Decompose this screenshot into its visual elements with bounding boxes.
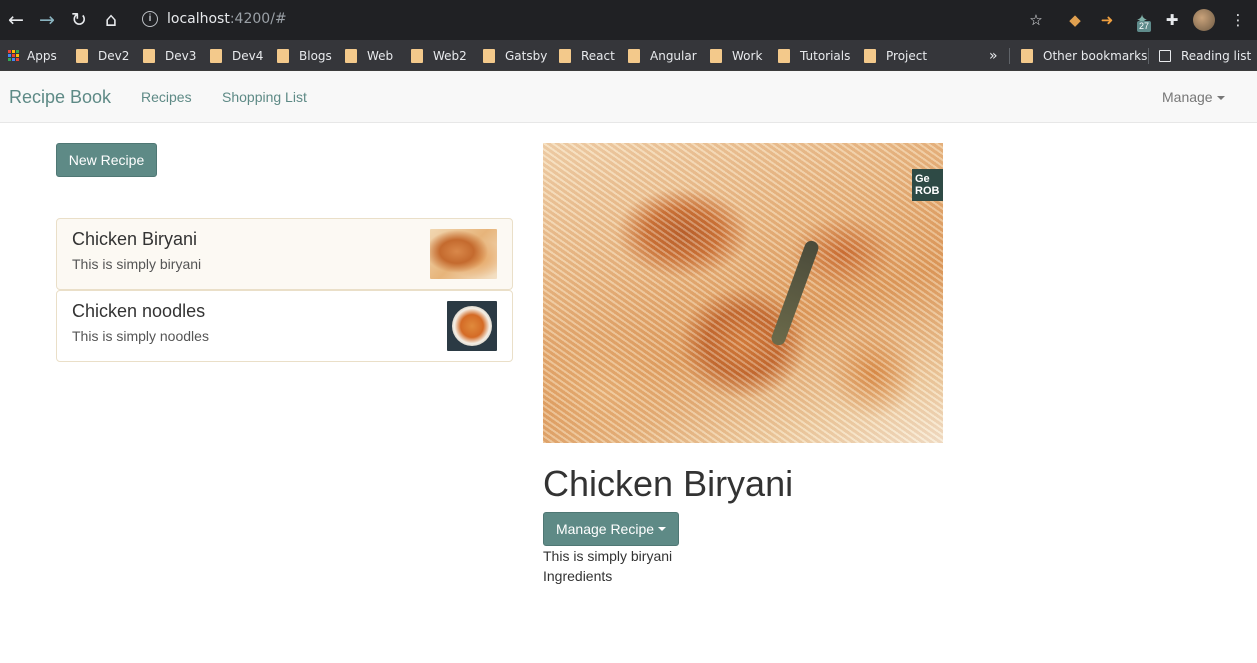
reload-icon[interactable]: ↻ (67, 8, 91, 32)
image-watermark-logo: Ge ROB (912, 169, 943, 201)
folder-icon (710, 48, 722, 63)
back-icon[interactable]: ← (4, 8, 28, 32)
folder-icon (277, 48, 289, 63)
bookmarks-overflow-icon[interactable]: » (989, 40, 998, 71)
extension-badge: 27 (1137, 21, 1152, 32)
bookmark-angular[interactable]: Angular (628, 40, 697, 71)
app-navbar: Recipe Book Recipes Shopping List Manage (0, 71, 1257, 123)
folder-icon (628, 48, 640, 63)
bookmark-work[interactable]: Work (710, 40, 762, 71)
site-info-icon[interactable]: i (142, 11, 158, 27)
extension-arrow-icon[interactable]: ➜ (1096, 9, 1118, 31)
bookmarks-divider (1148, 48, 1149, 64)
bookmark-dev2[interactable]: Dev2 (76, 40, 129, 71)
reading-list-icon (1159, 49, 1171, 62)
bookmark-web[interactable]: Web (345, 40, 393, 71)
recipe-thumbnail (430, 229, 497, 279)
forward-icon[interactable]: → (35, 8, 59, 32)
recipe-name: Chicken noodles (72, 301, 206, 321)
puzzle-icon[interactable]: ✚ (1161, 9, 1183, 31)
bookmark-apps[interactable]: Apps (8, 40, 57, 71)
folder-icon (76, 48, 88, 63)
address-bar[interactable]: localhost:4200/# (167, 11, 287, 27)
bookmarks-divider (1009, 48, 1010, 64)
extension-icon[interactable]: ◆ (1064, 9, 1086, 31)
bookmark-project[interactable]: Project (864, 40, 927, 71)
brand-link[interactable]: Recipe Book (9, 87, 111, 108)
folder-icon (143, 48, 155, 63)
folder-icon (1021, 48, 1033, 63)
folder-icon (345, 48, 357, 63)
home-icon[interactable]: ⌂ (99, 8, 123, 32)
apps-grid-icon (8, 50, 19, 61)
bookmark-dev4[interactable]: Dev4 (210, 40, 263, 71)
browser-toolbar: ← → ↻ ⌂ i localhost:4200/# ☆ ◆ ➜ ✦ 27 ✚ … (0, 0, 1257, 40)
bookmark-star-icon[interactable]: ☆ (1025, 9, 1047, 31)
nav-link-shopping-list[interactable]: Shopping List (222, 89, 307, 105)
folder-icon (559, 48, 571, 63)
folder-icon (864, 48, 876, 63)
manage-dropdown[interactable]: Manage (1162, 89, 1225, 105)
recipe-list-item[interactable]: Chicken Biryani This is simply biryani (56, 218, 513, 290)
recipe-list-item[interactable]: Chicken noodles This is simply noodles (56, 290, 513, 362)
profile-avatar[interactable] (1193, 9, 1215, 31)
recipe-description: This is simply noodles (72, 328, 209, 344)
new-recipe-button[interactable]: New Recipe (56, 143, 157, 177)
recipe-detail-title: Chicken Biryani (543, 463, 794, 504)
folder-icon (210, 48, 222, 63)
bookmark-tutorials[interactable]: Tutorials (778, 40, 850, 71)
recipe-image: Ge ROB (543, 143, 943, 443)
menu-kebab-icon[interactable]: ⋮ (1227, 9, 1249, 31)
manage-recipe-button[interactable]: Manage Recipe (543, 512, 679, 546)
bookmark-web2[interactable]: Web2 (411, 40, 467, 71)
folder-icon (483, 48, 495, 63)
bookmark-dev3[interactable]: Dev3 (143, 40, 196, 71)
caret-down-icon (1216, 96, 1225, 101)
reading-list[interactable]: Reading list (1159, 40, 1251, 71)
folder-icon (778, 48, 790, 63)
folder-icon (411, 48, 423, 63)
recipe-thumbnail (447, 301, 497, 351)
bookmark-gatsby[interactable]: Gatsby (483, 40, 547, 71)
bookmarks-bar: Apps Dev2 Dev3 Dev4 Blogs Web Web2 Gatsb… (0, 40, 1257, 71)
recipe-description: This is simply biryani (72, 256, 202, 272)
recipe-name: Chicken Biryani (72, 229, 198, 249)
recipe-detail-description: This is simply biryani (543, 548, 673, 564)
caret-down-icon (658, 527, 667, 531)
bookmark-other[interactable]: Other bookmarks (1021, 40, 1147, 71)
ingredients-label: Ingredients (543, 568, 613, 584)
nav-link-recipes[interactable]: Recipes (141, 89, 192, 105)
bookmark-react[interactable]: React (559, 40, 615, 71)
bookmark-blogs[interactable]: Blogs (277, 40, 332, 71)
